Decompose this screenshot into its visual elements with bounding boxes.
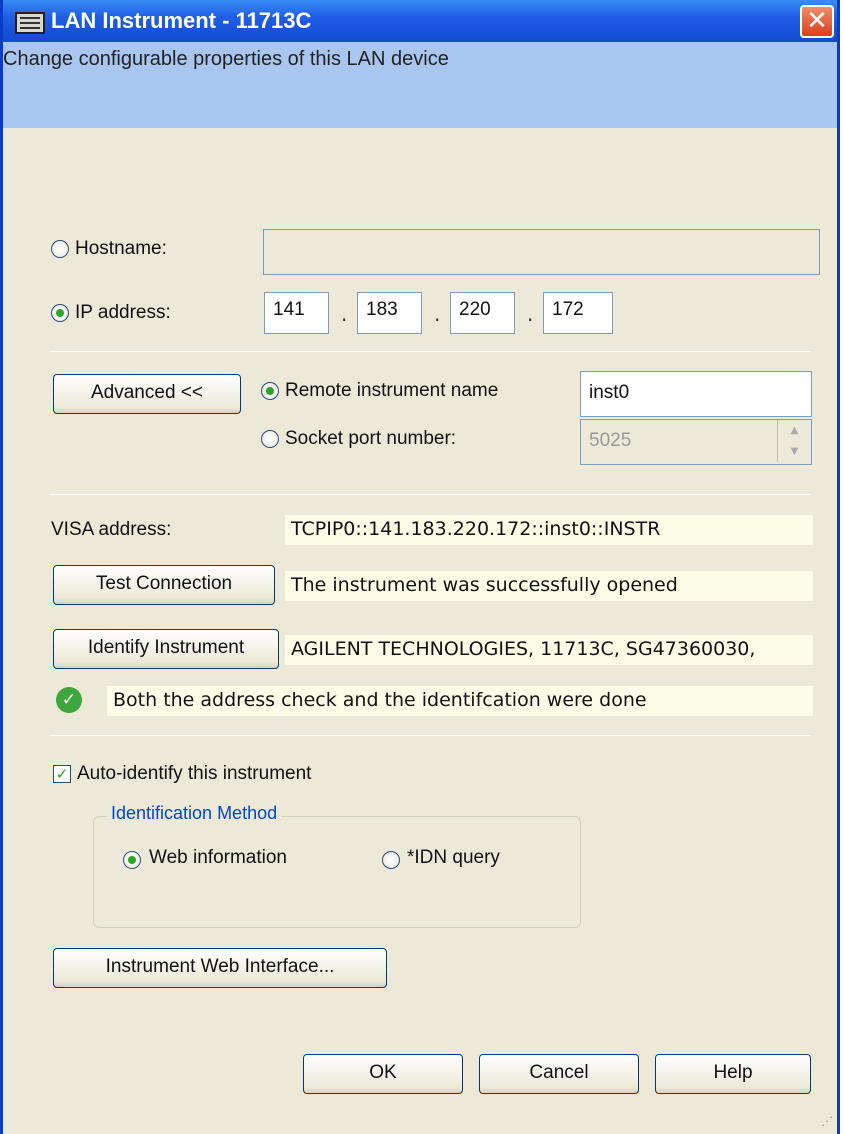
ip-address-radio[interactable] (51, 304, 69, 322)
radio-selected-dot (266, 387, 274, 395)
hostname-radio[interactable] (51, 240, 69, 258)
advanced-button[interactable]: Advanced << (53, 374, 241, 414)
check-circle-icon: ✓ (56, 687, 82, 713)
banner-text: Change configurable properties of this L… (3, 48, 449, 70)
cancel-button[interactable]: Cancel (479, 1054, 639, 1094)
visa-address-value: TCPIP0::141.183.220.172::inst0::INSTR (285, 515, 813, 545)
identify-result: AGILENT TECHNOLOGIES, 11713C, SG47360030… (285, 635, 813, 665)
identification-method-group (93, 816, 581, 928)
description-banner: Change configurable properties of this L… (3, 42, 837, 128)
spinner-up-icon[interactable]: ▲ (778, 420, 811, 441)
visa-address-label: VISA address: (51, 519, 172, 540)
web-information-radio[interactable] (123, 851, 141, 869)
separator-line (49, 494, 811, 495)
title-bar[interactable]: LAN Instrument - 11713C ✕ (3, 0, 837, 42)
separator-line (49, 735, 811, 736)
test-connection-result: The instrument was successfully opened (285, 571, 813, 601)
radio-selected-dot (128, 856, 136, 864)
hostname-input[interactable] (263, 229, 820, 275)
ip-octet-1[interactable]: 141 (264, 292, 329, 334)
ip-octet-4[interactable]: 172 (543, 292, 613, 334)
test-connection-button[interactable]: Test Connection (53, 565, 275, 605)
separator-line (49, 351, 811, 352)
close-button[interactable]: ✕ (800, 5, 834, 38)
auto-identify-checkbox[interactable]: ✓ (53, 765, 71, 783)
identification-method-title: Identification Method (107, 803, 282, 824)
status-message: Both the address check and the identifca… (107, 686, 813, 716)
radio-selected-dot (56, 309, 64, 317)
socket-port-spinner[interactable]: ▲ ▼ (777, 420, 811, 462)
help-button[interactable]: Help (655, 1054, 811, 1094)
socket-port-radio[interactable] (261, 430, 279, 448)
remote-instrument-name-radio[interactable] (261, 382, 279, 400)
hostname-label: Hostname: (75, 238, 167, 259)
ip-separator: . (341, 302, 348, 326)
resize-grip-icon[interactable]: ⋰ (821, 1114, 833, 1128)
instrument-web-interface-button[interactable]: Instrument Web Interface... (53, 948, 387, 988)
window-title: LAN Instrument - 11713C (51, 8, 312, 33)
web-information-label: Web information (149, 847, 287, 868)
lan-instrument-dialog: LAN Instrument - 11713C ✕ Change configu… (0, 0, 840, 1134)
ip-octet-2[interactable]: 183 (357, 292, 422, 334)
spinner-down-icon[interactable]: ▼ (778, 441, 811, 462)
instrument-icon (15, 12, 45, 34)
socket-port-label: Socket port number: (285, 428, 457, 449)
ip-octet-3[interactable]: 220 (450, 292, 515, 334)
ip-separator: . (434, 302, 441, 326)
ok-button[interactable]: OK (303, 1054, 463, 1094)
idn-query-radio[interactable] (382, 851, 400, 869)
ip-separator: . (527, 302, 534, 326)
auto-identify-label: Auto-identify this instrument (77, 763, 312, 784)
identify-instrument-button[interactable]: Identify Instrument (53, 629, 279, 669)
ip-address-label: IP address: (75, 302, 171, 323)
remote-instrument-name-input[interactable]: inst0 (580, 371, 812, 417)
idn-query-label: *IDN query (407, 847, 500, 868)
remote-instrument-name-label: Remote instrument name (285, 380, 499, 401)
